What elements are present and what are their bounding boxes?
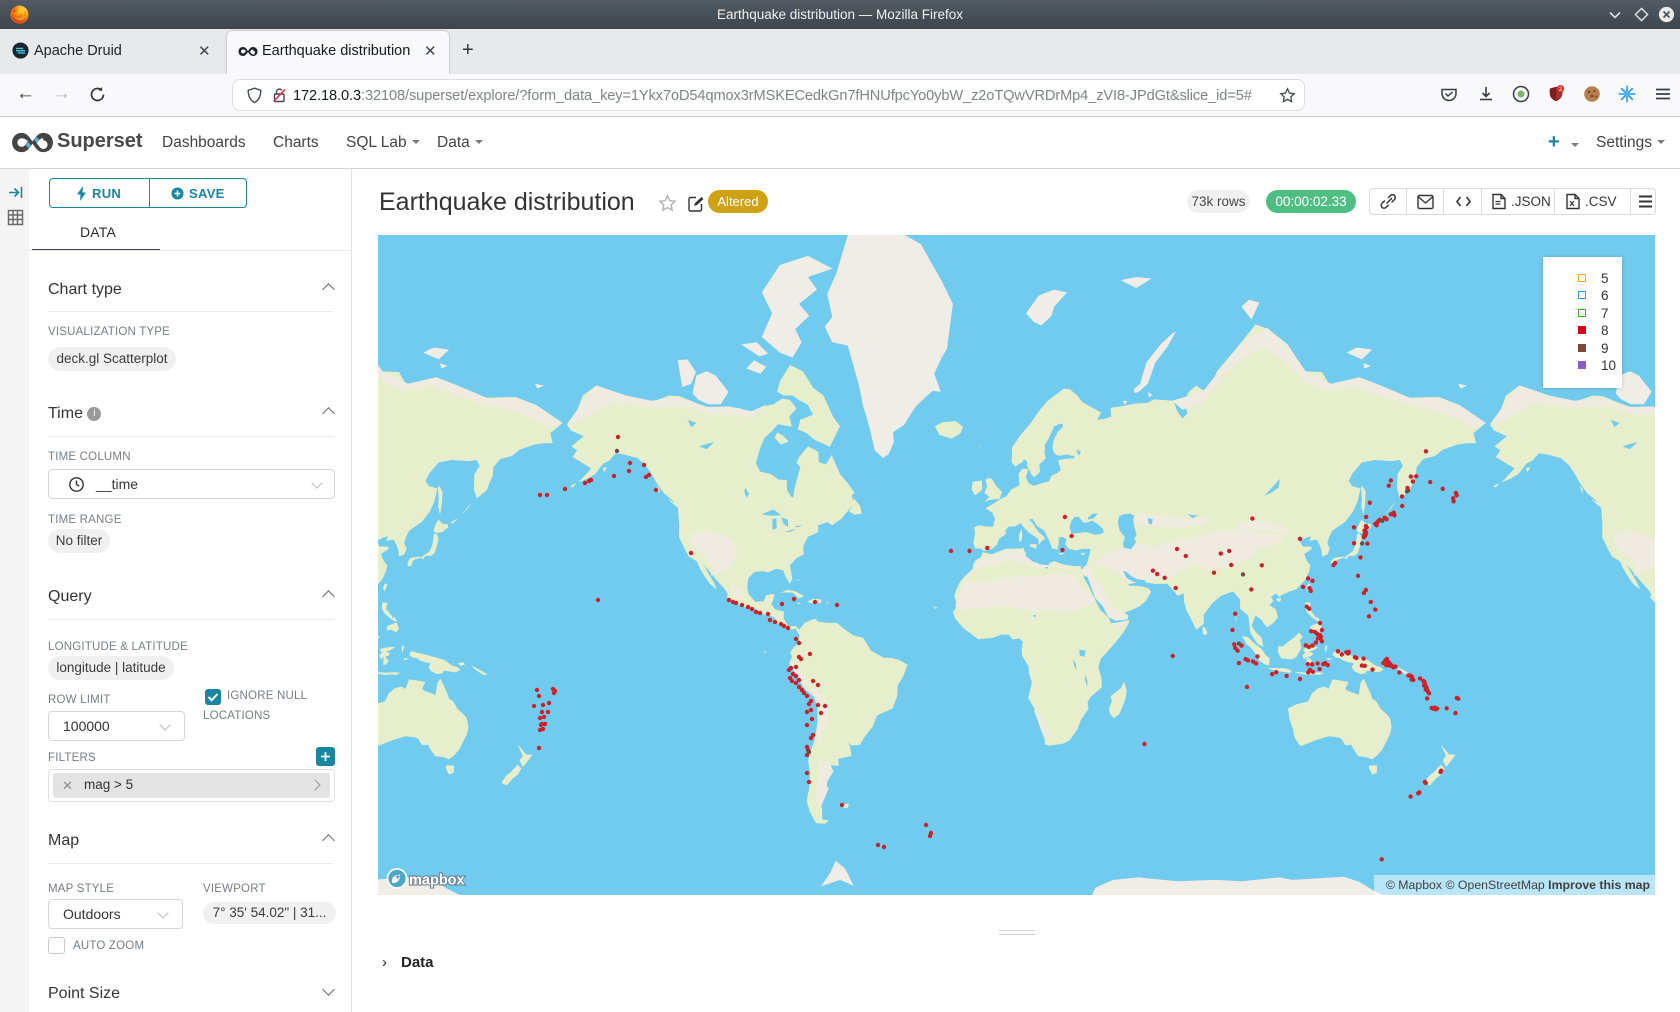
svg-text:mapbox: mapbox [409, 873, 465, 889]
svg-text:2: 2 [1559, 86, 1563, 93]
